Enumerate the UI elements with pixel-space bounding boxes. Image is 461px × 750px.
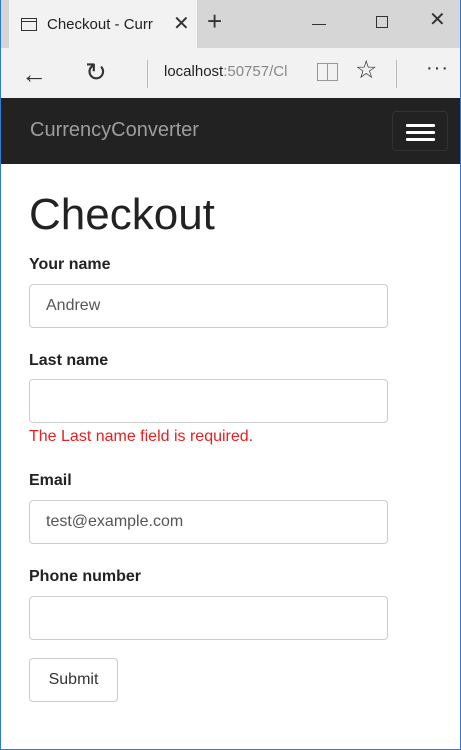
refresh-icon[interactable]: ↻: [85, 59, 107, 85]
email-field[interactable]: [29, 500, 388, 544]
phone-label: Phone number: [29, 568, 142, 585]
hamburger-icon: [406, 124, 435, 127]
last-name-label: Last name: [29, 352, 109, 369]
url-field[interactable]: localhost:50757/Cl: [164, 63, 294, 80]
tab-page-icon: [21, 17, 37, 31]
favorite-star-icon[interactable]: ☆: [355, 58, 377, 83]
email-label: Email: [29, 472, 72, 489]
toolbar-divider: [396, 60, 397, 88]
last-name-field[interactable]: [29, 379, 388, 423]
url-host: localhost: [164, 63, 224, 80]
minimize-icon[interactable]: [312, 14, 328, 34]
reading-view-icon[interactable]: [317, 63, 339, 81]
browser-tab[interactable]: Checkout - Curr ✕: [9, 0, 197, 48]
hamburger-icon: [406, 131, 435, 134]
menu-toggle-button[interactable]: [392, 111, 448, 151]
browser-window: Checkout - Curr ✕ + ✕ ← ↻ localhost:5075…: [0, 0, 461, 750]
first-name-label: Your name: [29, 256, 111, 273]
more-icon[interactable]: ···: [426, 58, 449, 78]
new-tab-icon[interactable]: +: [207, 8, 222, 34]
page-title: Checkout: [29, 190, 215, 239]
last-name-error: The Last name field is required.: [29, 428, 254, 445]
address-bar: ← ↻ localhost:50757/Cl ☆ ···: [1, 48, 460, 98]
first-name-field[interactable]: [29, 284, 388, 328]
site-navbar: CurrencyConverter: [1, 98, 460, 164]
url-path: :50757/Cl: [223, 63, 288, 80]
tab-title: Checkout - Curr: [47, 15, 153, 33]
brand-link[interactable]: CurrencyConverter: [30, 119, 199, 142]
title-bar: Checkout - Curr ✕ + ✕: [1, 0, 460, 48]
tab-close-icon[interactable]: ✕: [173, 14, 190, 34]
toolbar-divider: [147, 60, 148, 88]
submit-button[interactable]: Submit: [29, 658, 118, 702]
back-icon[interactable]: ←: [21, 61, 47, 87]
window-close-icon[interactable]: ✕: [429, 10, 446, 30]
phone-field[interactable]: [29, 596, 388, 640]
hamburger-icon: [406, 138, 435, 141]
maximize-icon[interactable]: [376, 16, 388, 28]
